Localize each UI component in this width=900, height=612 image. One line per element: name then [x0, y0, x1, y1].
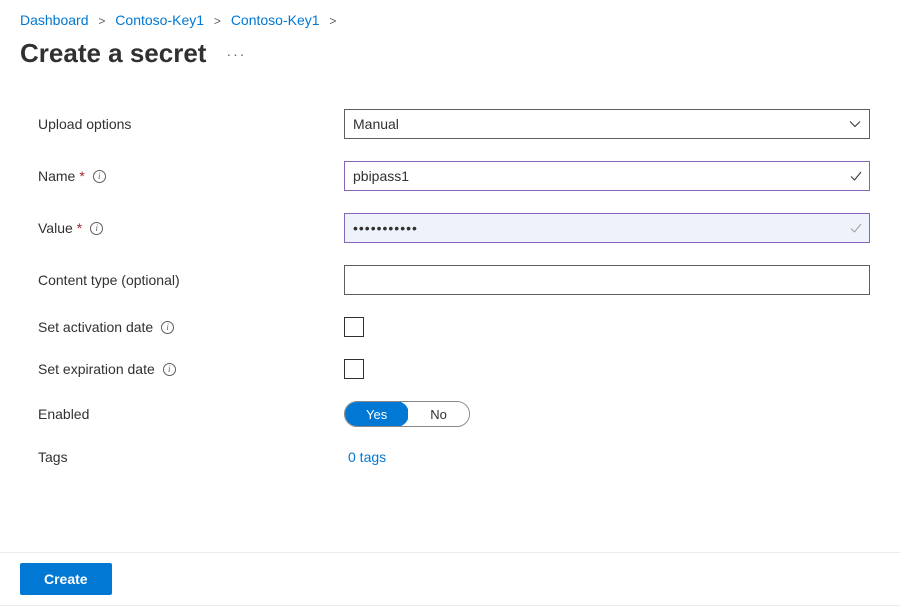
name-input[interactable] [353, 168, 837, 184]
info-icon[interactable]: i [93, 170, 106, 183]
content-type-input-wrap [344, 265, 870, 295]
row-name: Name * i [38, 161, 870, 191]
chevron-right-icon: > [329, 14, 336, 28]
label-name: Name [38, 168, 75, 184]
more-icon[interactable]: ··· [224, 44, 248, 64]
info-icon[interactable]: i [163, 363, 176, 376]
breadcrumb-dashboard[interactable]: Dashboard [20, 12, 89, 28]
row-value: Value * i [38, 213, 870, 243]
footer-bar: Create [0, 552, 900, 606]
page-header: Create a secret ··· [0, 32, 900, 109]
label-content-type: Content type (optional) [38, 272, 180, 288]
chevron-right-icon: > [214, 14, 221, 28]
chevron-down-icon [849, 118, 861, 130]
label-expiration-date: Set expiration date [38, 361, 155, 377]
check-icon [849, 221, 863, 235]
label-tags: Tags [38, 449, 68, 465]
upload-options-select[interactable]: Manual [344, 109, 870, 139]
row-content-type: Content type (optional) [38, 265, 870, 295]
enabled-yes[interactable]: Yes [344, 401, 409, 427]
create-secret-form: Upload options Manual Name * i [0, 109, 900, 465]
expiration-date-checkbox[interactable] [344, 359, 364, 379]
enabled-no[interactable]: No [408, 402, 469, 426]
breadcrumb-keyvault-2[interactable]: Contoso-Key1 [231, 12, 320, 28]
row-activation-date: Set activation date i [38, 317, 870, 337]
required-indicator: * [77, 220, 82, 236]
upload-options-value: Manual [353, 116, 399, 132]
info-icon[interactable]: i [161, 321, 174, 334]
activation-date-checkbox[interactable] [344, 317, 364, 337]
label-value: Value [38, 220, 73, 236]
enabled-toggle: Yes No [344, 401, 470, 427]
value-input[interactable] [353, 220, 837, 236]
chevron-right-icon: > [98, 14, 105, 28]
row-tags: Tags 0 tags [38, 449, 870, 465]
value-input-wrap [344, 213, 870, 243]
row-enabled: Enabled Yes No [38, 401, 870, 427]
required-indicator: * [79, 168, 84, 184]
content-type-input[interactable] [353, 272, 837, 288]
label-enabled: Enabled [38, 406, 89, 422]
label-upload-options: Upload options [38, 116, 131, 132]
check-icon [849, 169, 863, 183]
label-activation-date: Set activation date [38, 319, 153, 335]
breadcrumb: Dashboard > Contoso-Key1 > Contoso-Key1 … [0, 0, 900, 32]
breadcrumb-keyvault-1[interactable]: Contoso-Key1 [115, 12, 204, 28]
info-icon[interactable]: i [90, 222, 103, 235]
page-title: Create a secret [20, 38, 206, 69]
row-upload-options: Upload options Manual [38, 109, 870, 139]
tags-link[interactable]: 0 tags [344, 449, 386, 465]
create-button[interactable]: Create [20, 563, 112, 595]
name-input-wrap [344, 161, 870, 191]
row-expiration-date: Set expiration date i [38, 359, 870, 379]
